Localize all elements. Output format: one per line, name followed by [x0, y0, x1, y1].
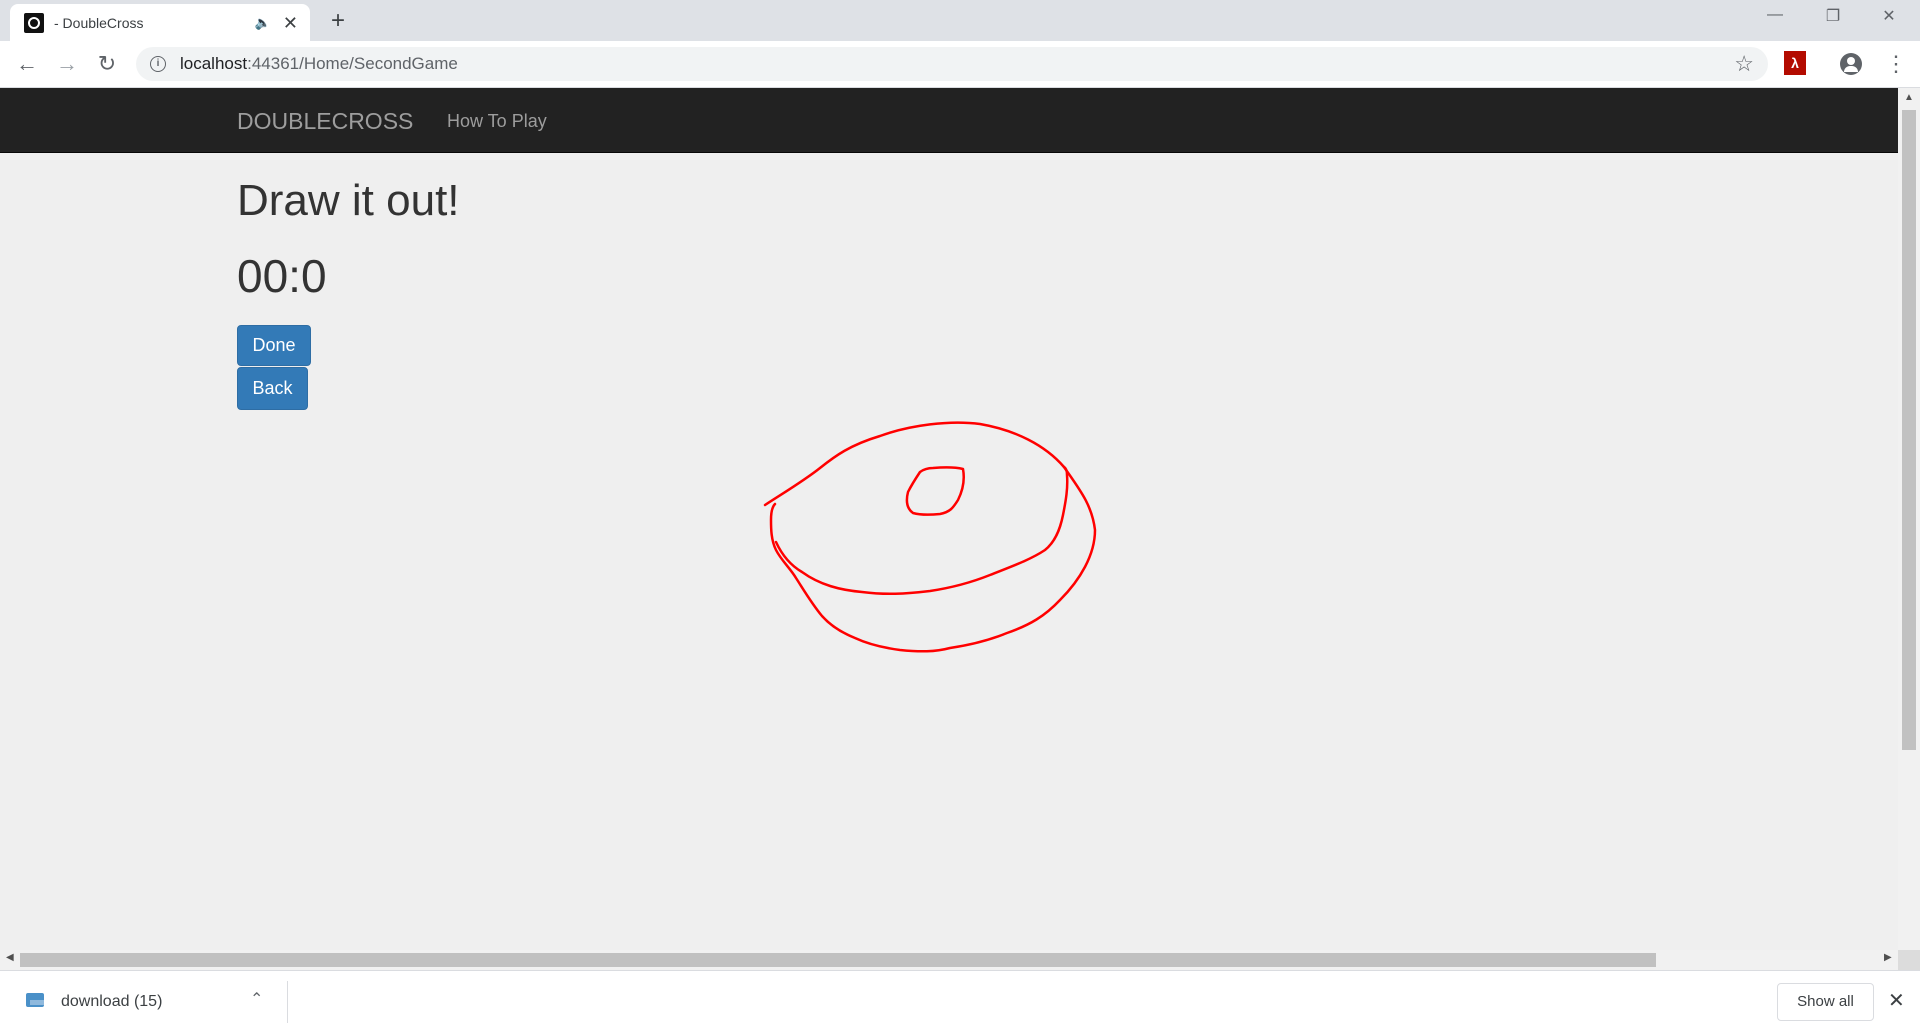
pdf-extension-icon[interactable]: λ: [1784, 51, 1806, 75]
horizontal-scrollbar[interactable]: ◀ ▶: [0, 950, 1898, 970]
close-tab-icon[interactable]: ✕: [283, 14, 298, 32]
scroll-corner: [1898, 950, 1920, 970]
url-host: localhost: [180, 54, 248, 73]
divider: [287, 981, 288, 1023]
speaker-icon[interactable]: 🔈: [255, 15, 271, 31]
url-path: :44361/Home/SecondGame: [247, 54, 458, 73]
show-all-button[interactable]: Show all: [1777, 983, 1874, 1021]
download-item-name[interactable]: download (15): [61, 993, 162, 1011]
bookmark-star-icon[interactable]: ☆: [1734, 51, 1754, 77]
browser-toolbar: ← → ↻ i localhost:44361/Home/SecondGame …: [0, 41, 1920, 88]
vertical-scrollbar[interactable]: ▲ ▼: [1898, 88, 1920, 966]
reload-icon[interactable]: ↻: [92, 49, 122, 79]
close-window-icon[interactable]: ✕: [1874, 6, 1904, 26]
address-bar[interactable]: i localhost:44361/Home/SecondGame ☆: [136, 47, 1768, 81]
sketch-strokes: [763, 421, 1097, 653]
back-arrow-icon[interactable]: ←: [12, 49, 42, 79]
site-navbar: DOUBLECROSS How To Play: [0, 88, 1898, 153]
profile-avatar-icon[interactable]: [1840, 53, 1862, 75]
scroll-up-arrow-icon[interactable]: ▲: [1898, 92, 1920, 103]
center-hole-stroke: [905, 466, 966, 516]
close-downloads-icon[interactable]: ✕: [1888, 988, 1905, 1013]
downloads-bar: download (15) ⌃ Show all ✕: [0, 970, 1920, 1030]
scroll-left-arrow-icon[interactable]: ◀: [6, 952, 14, 963]
brand-link[interactable]: DOUBLECROSS: [237, 108, 413, 135]
favicon-icon: [24, 12, 44, 33]
download-file-icon: [26, 993, 44, 1007]
chevron-up-icon[interactable]: ⌃: [250, 989, 263, 1009]
done-button[interactable]: Done: [237, 325, 311, 366]
drawing-canvas[interactable]: [650, 380, 1170, 720]
minimize-icon[interactable]: —: [1760, 6, 1790, 24]
how-to-play-link[interactable]: How To Play: [447, 111, 547, 132]
kebab-menu-icon[interactable]: ⋮: [1885, 50, 1907, 78]
page-title: Draw it out!: [237, 176, 460, 225]
info-icon[interactable]: i: [150, 56, 166, 72]
vertical-scroll-thumb[interactable]: [1902, 110, 1916, 750]
new-tab-button[interactable]: +: [324, 8, 352, 36]
browser-tab[interactable]: - DoubleCross 🔈 ✕: [10, 4, 310, 41]
tab-title: - DoubleCross: [54, 14, 144, 31]
outer-rim-stroke: [763, 421, 1097, 653]
countdown-timer: 00:0: [237, 250, 327, 302]
horizontal-scroll-thumb[interactable]: [20, 953, 1656, 967]
top-face-stroke: [774, 465, 1069, 596]
tab-strip: - DoubleCross 🔈 ✕ + — ❐ ✕: [0, 0, 1920, 41]
scroll-right-arrow-icon[interactable]: ▶: [1884, 952, 1892, 963]
back-button[interactable]: Back: [237, 367, 308, 410]
forward-arrow-icon[interactable]: →: [52, 49, 82, 79]
restore-icon[interactable]: ❐: [1818, 6, 1848, 26]
